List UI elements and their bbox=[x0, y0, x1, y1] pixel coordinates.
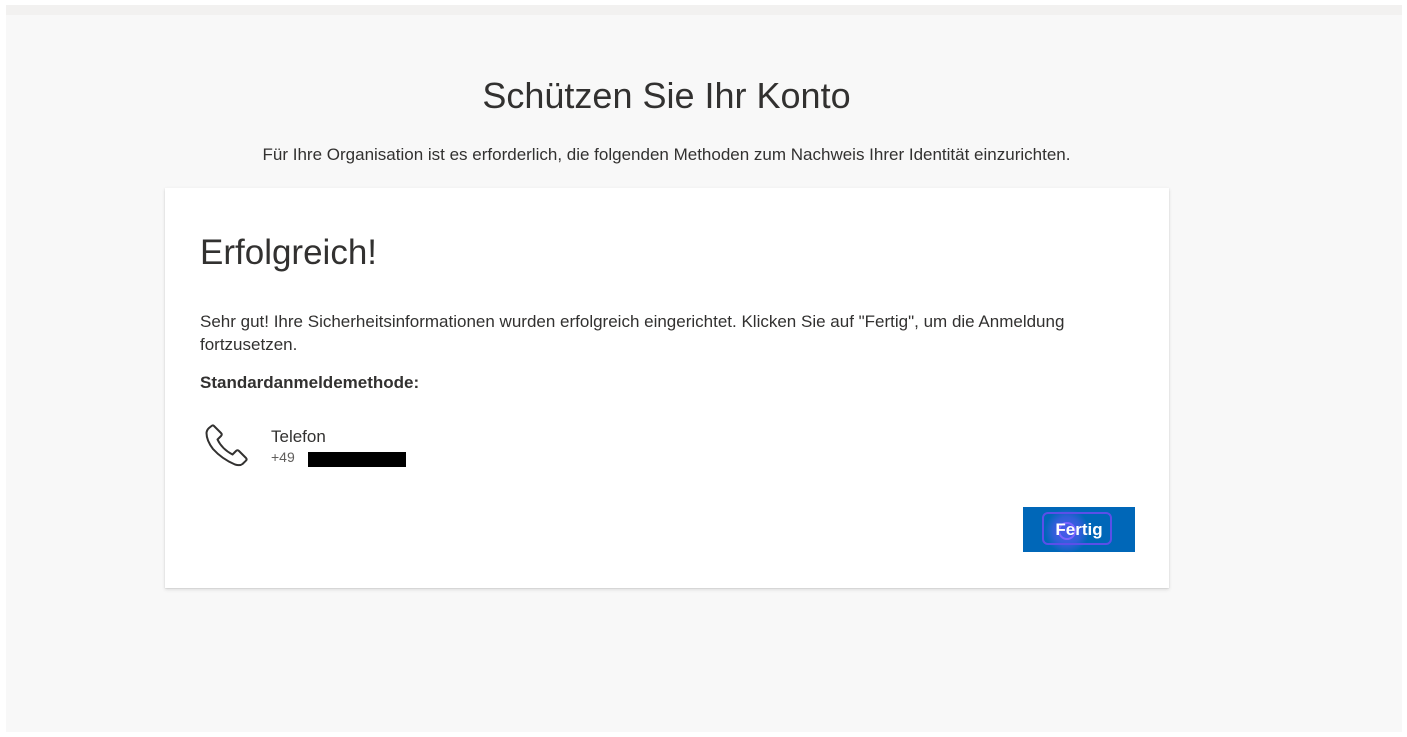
phone-icon bbox=[205, 424, 248, 467]
done-button[interactable]: Fertig bbox=[1023, 507, 1135, 553]
page-subtitle: Für Ihre Organisation ist es erforderlic… bbox=[262, 145, 1071, 164]
page-title: Schützen Sie Ihr Konto bbox=[482, 75, 851, 116]
page-background: Schützen Sie Ihr Konto Für Ihre Organisa… bbox=[6, 5, 1402, 732]
done-button-label: Fertig bbox=[1055, 519, 1103, 539]
success-message: Sehr gut! Ihre Sicherheitsinformationen … bbox=[200, 312, 1065, 354]
redacted-number bbox=[308, 452, 406, 467]
method-name: Telefon bbox=[271, 427, 326, 446]
card-heading: Erfolgreich! bbox=[200, 233, 378, 272]
success-card: Erfolgreich! Sehr gut! Ihre Sicherheitsi… bbox=[165, 188, 1169, 588]
method-number: +49 bbox=[271, 449, 295, 465]
default-method-label: Standardanmeldemethode: bbox=[200, 373, 420, 392]
